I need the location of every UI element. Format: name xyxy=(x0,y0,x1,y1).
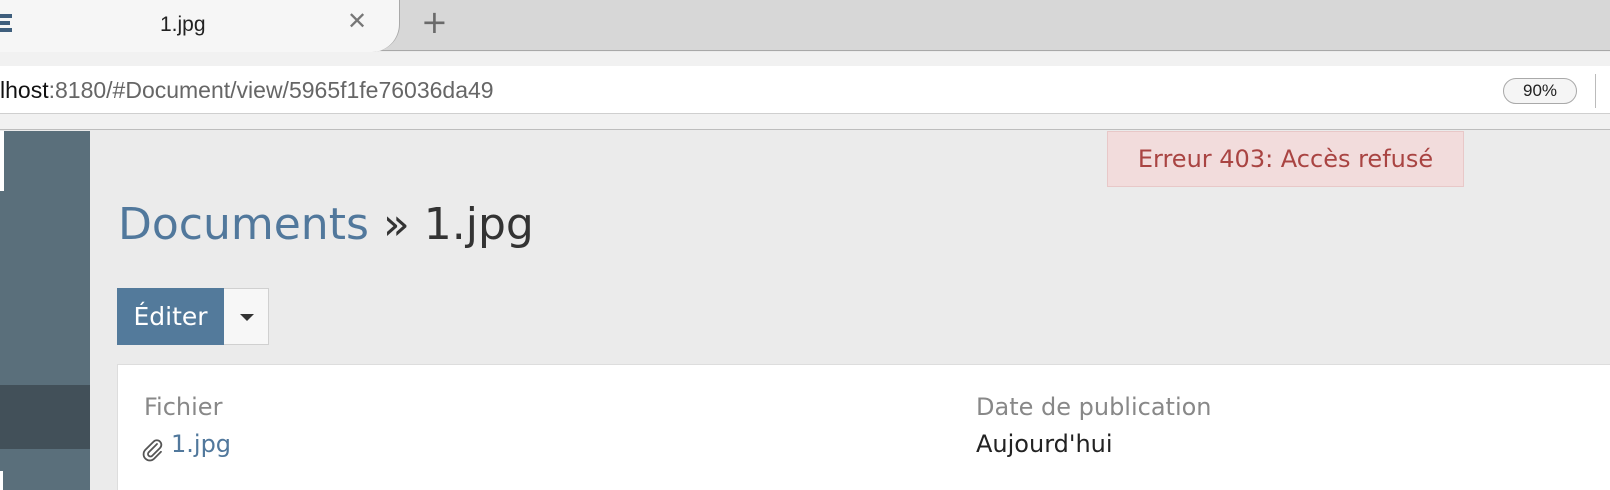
page-title: 1.jpg xyxy=(423,199,534,250)
app-sidebar xyxy=(0,131,90,490)
sidebar-active-marker xyxy=(0,131,4,191)
publication-date-value: Aujourd'hui xyxy=(976,430,1113,458)
address-bar: lhost:8180/#Document/view/5965f1fe76036d… xyxy=(0,52,1610,130)
error-alert: Erreur 403: Accès refusé xyxy=(1107,131,1464,187)
breadcrumb-separator: » xyxy=(368,199,424,250)
toolbar-divider xyxy=(1595,74,1596,108)
url-path: :8180/#Document/view/5965f1fe76036da49 xyxy=(48,77,494,103)
page-header: Documents » 1.jpg xyxy=(118,199,534,250)
publication-date-label: Date de publication xyxy=(976,393,1212,421)
browser-tab-strip: 1.jpg ✕ + xyxy=(0,0,1610,52)
url-field[interactable]: lhost:8180/#Document/view/5965f1fe76036d… xyxy=(0,66,1610,114)
file-field-label: Fichier xyxy=(144,393,223,421)
breadcrumb-documents-link[interactable]: Documents xyxy=(118,199,369,250)
paperclip-icon xyxy=(142,439,163,462)
new-tab-button[interactable]: + xyxy=(421,6,448,38)
browser-tab[interactable]: 1.jpg ✕ xyxy=(0,0,400,52)
tab-title: 1.jpg xyxy=(160,13,206,36)
edit-button[interactable]: Éditer xyxy=(117,288,224,345)
actions-dropdown-button[interactable] xyxy=(224,288,269,345)
record-detail-panel: Fichier 1.jpg Date de publication Aujour… xyxy=(117,364,1610,490)
zoom-level-badge[interactable]: 90% xyxy=(1503,78,1577,104)
file-link[interactable]: 1.jpg xyxy=(171,430,231,458)
url-host: lhost xyxy=(0,77,49,103)
sidebar-marker xyxy=(0,471,3,490)
url-text[interactable]: lhost:8180/#Document/view/5965f1fe76036d… xyxy=(0,77,494,104)
caret-down-icon xyxy=(240,314,254,321)
app-logo-icon xyxy=(0,14,12,32)
sidebar-item-active[interactable] xyxy=(0,385,90,449)
tab-close-icon[interactable]: ✕ xyxy=(347,10,367,34)
